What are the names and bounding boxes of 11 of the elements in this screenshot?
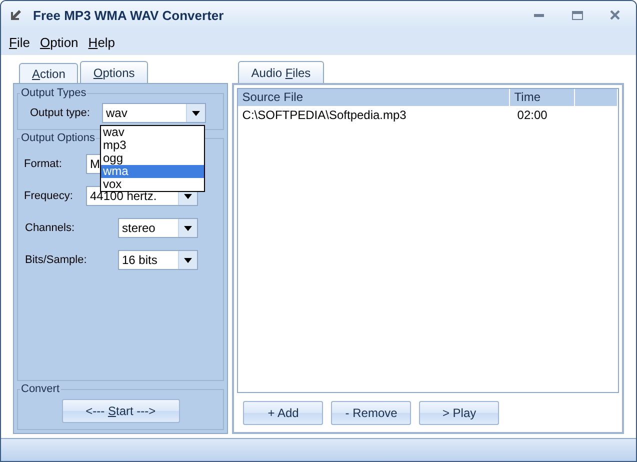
field-label: Format: bbox=[24, 158, 63, 170]
table-cell-text: 02:00 bbox=[516, 108, 548, 122]
group-title: Convert bbox=[20, 383, 61, 395]
field-label: Bits/Sample: bbox=[25, 254, 88, 266]
table-cell-text: C:\SOFTPEDIA\Softpedia.mp3 bbox=[241, 108, 408, 122]
window-title: Free MP3 WMA WAV Converter bbox=[33, 8, 225, 22]
group-title: Output Types bbox=[20, 87, 88, 99]
group-title: Output Options bbox=[20, 132, 96, 144]
field-label: Frequecy: bbox=[24, 190, 74, 202]
field-label: Channels: bbox=[25, 222, 76, 234]
field-label: Output type: bbox=[30, 107, 91, 119]
